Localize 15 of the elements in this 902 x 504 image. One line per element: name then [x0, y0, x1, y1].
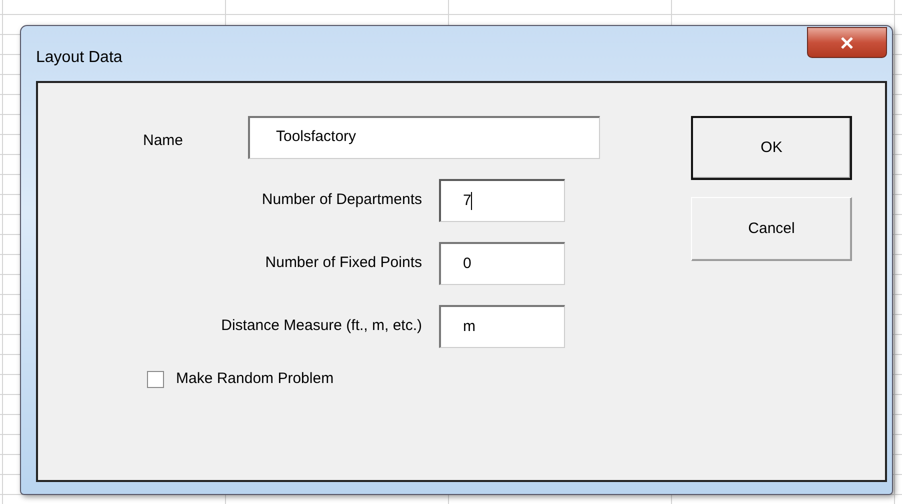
window-title: Layout Data — [36, 48, 122, 68]
input-field[interactable]: Toolsfactory — [248, 116, 600, 159]
field-label: Number of Departments — [260, 190, 423, 210]
checkbox[interactable] — [147, 370, 164, 388]
field-label: Distance Measure (ft., m, etc.) — [220, 316, 423, 336]
close-button[interactable] — [807, 27, 887, 58]
cancel-button[interactable]: Cancel — [691, 197, 852, 261]
checkbox-label: Make Random Problem — [176, 369, 334, 389]
ok-button[interactable]: OK — [691, 116, 852, 180]
field-label: Number of Fixed Points — [264, 253, 423, 274]
input-field[interactable]: 0 — [439, 242, 565, 285]
close-icon — [840, 36, 854, 48]
input-field[interactable]: m — [439, 305, 565, 348]
input-field[interactable]: 7 — [439, 179, 565, 222]
field-label: Name — [143, 131, 184, 152]
